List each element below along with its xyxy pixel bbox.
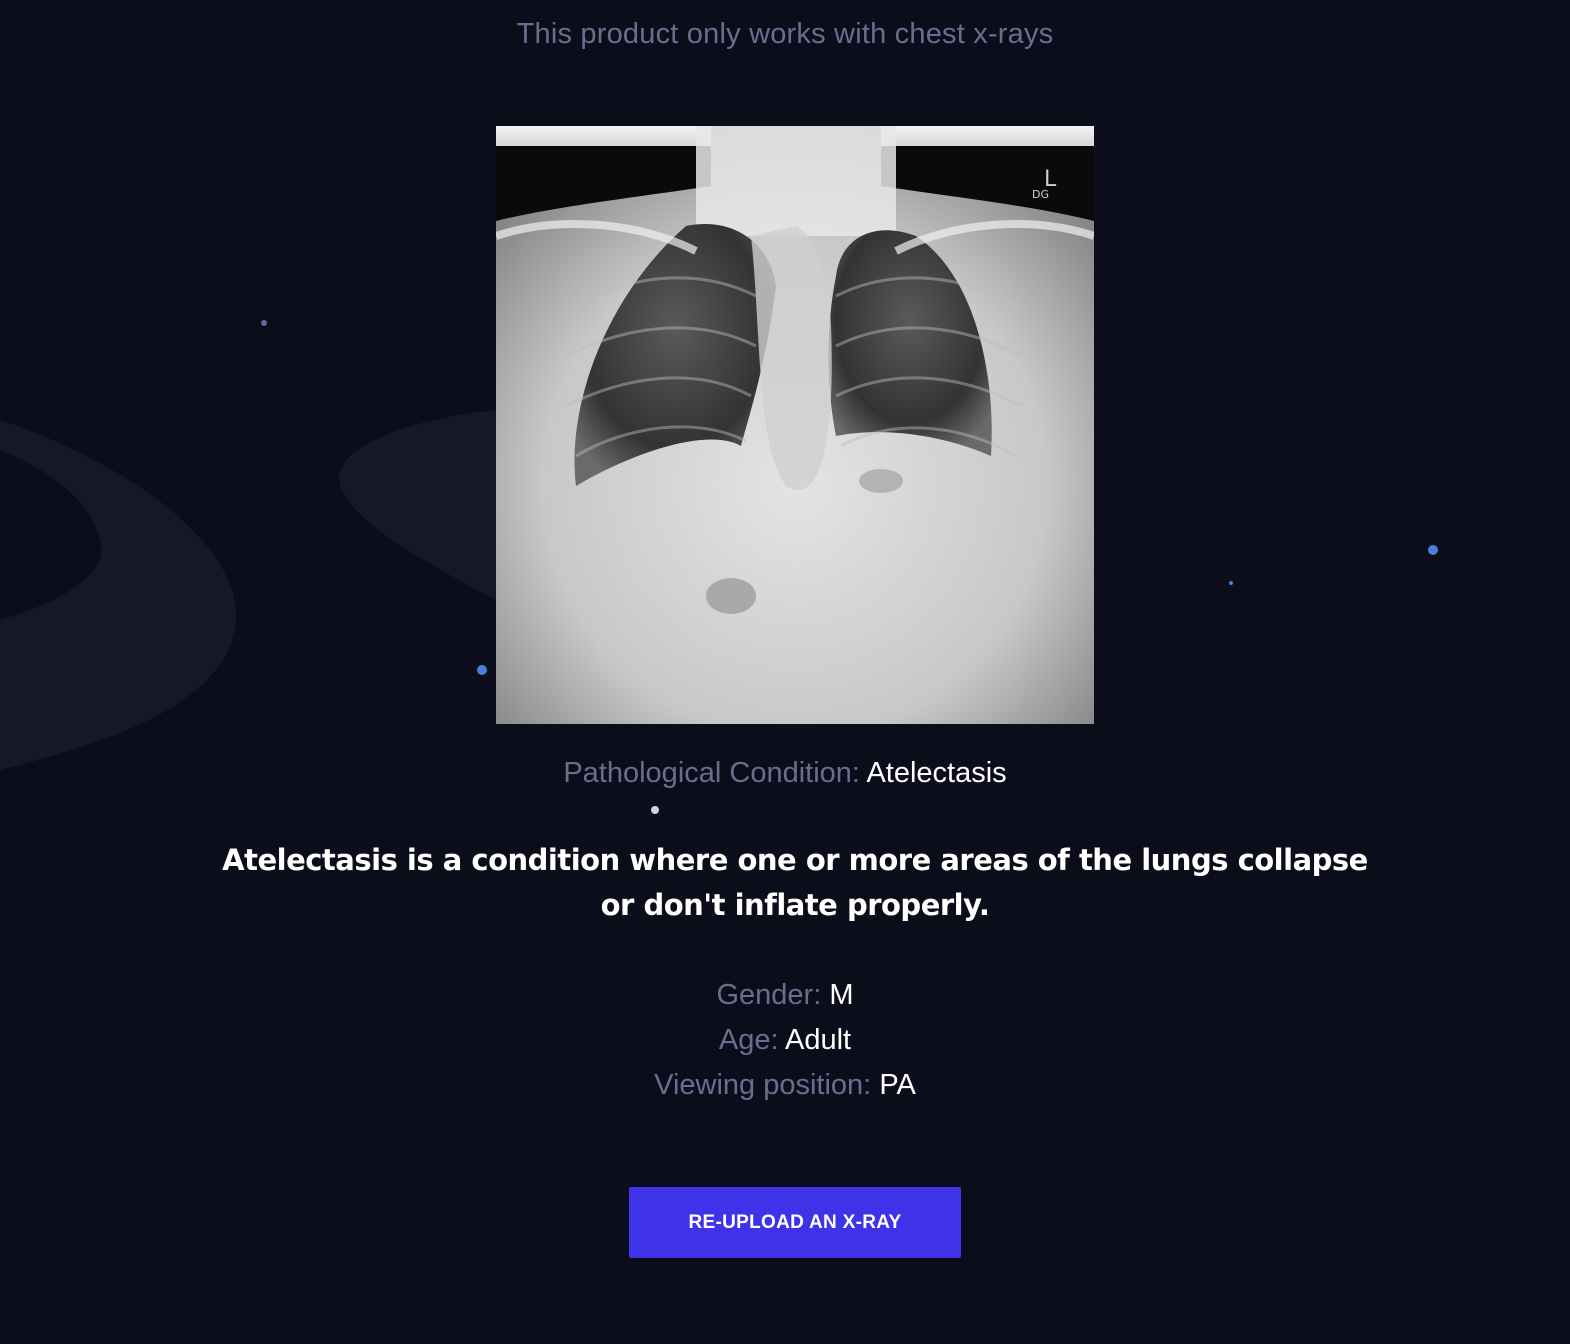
reupload-button[interactable]: RE-UPLOAD AN X-RAY (629, 1187, 961, 1258)
background-dot (1428, 545, 1438, 555)
gender-value: M (829, 979, 854, 1011)
condition-description: Atelectasis is a condition where one or … (222, 843, 1368, 922)
position-row: Viewing position: PA (0, 1069, 1570, 1102)
condition-label: Pathological Condition: (563, 757, 867, 789)
background-dot (261, 320, 267, 326)
position-label: Viewing position: (654, 1069, 880, 1101)
gender-label: Gender: (716, 979, 830, 1011)
age-label: Age: (718, 1024, 785, 1056)
background-swoosh-left (0, 420, 237, 770)
condition-value: Atelectasis (866, 757, 1007, 789)
notice-text: This product only works with chest x-ray… (516, 18, 1054, 50)
age-value: Adult (785, 1024, 852, 1056)
condition-row: Pathological Condition: Atelectasis (0, 757, 1570, 790)
background-dot (651, 806, 659, 814)
xray-marker-sub: DG (1032, 188, 1049, 201)
background-dot (477, 665, 487, 675)
background-dot (1229, 581, 1233, 585)
age-row: Age: Adult (0, 1024, 1570, 1057)
background-swoosh-center (339, 410, 496, 600)
position-value: PA (879, 1069, 916, 1101)
chest-xray-image: L DG (496, 126, 1094, 724)
gender-row: Gender: M (0, 979, 1570, 1012)
